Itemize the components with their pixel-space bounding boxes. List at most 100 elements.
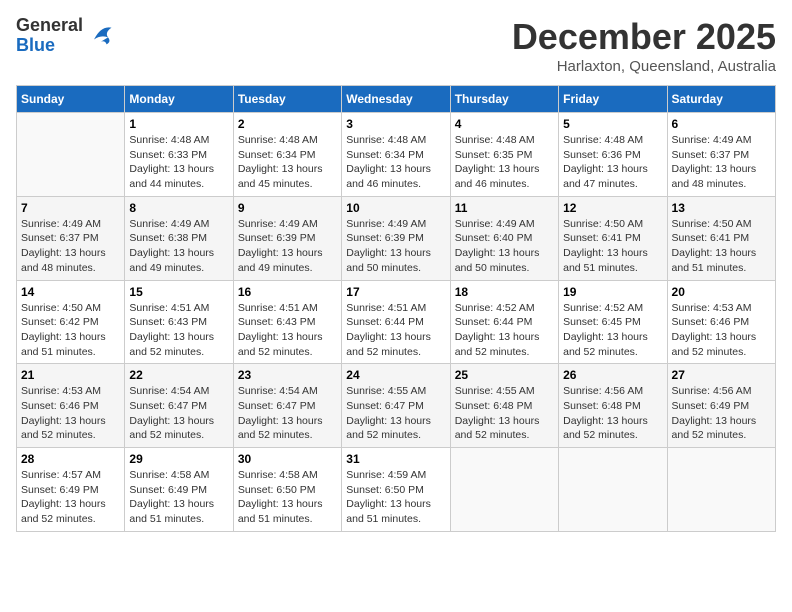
day-number: 9 xyxy=(238,201,337,215)
sunset-text: Sunset: 6:50 PM xyxy=(346,483,445,498)
daylight-line1: Daylight: 13 hours xyxy=(238,162,337,177)
daylight-line1: Daylight: 13 hours xyxy=(21,246,120,261)
sunset-text: Sunset: 6:39 PM xyxy=(346,231,445,246)
daylight-line1: Daylight: 13 hours xyxy=(21,497,120,512)
sunrise-text: Sunrise: 4:48 AM xyxy=(455,133,554,148)
day-info: Sunrise: 4:51 AMSunset: 6:43 PMDaylight:… xyxy=(238,301,337,360)
sunrise-text: Sunrise: 4:48 AM xyxy=(563,133,662,148)
sunrise-text: Sunrise: 4:50 AM xyxy=(672,217,771,232)
month-title: December 2025 xyxy=(512,16,776,58)
day-info: Sunrise: 4:54 AMSunset: 6:47 PMDaylight:… xyxy=(238,384,337,443)
logo-text: General Blue xyxy=(16,16,83,56)
day-info: Sunrise: 4:56 AMSunset: 6:49 PMDaylight:… xyxy=(672,384,771,443)
daylight-line1: Daylight: 13 hours xyxy=(563,414,662,429)
daylight-line2: and 46 minutes. xyxy=(455,177,554,192)
daylight-line2: and 52 minutes. xyxy=(238,345,337,360)
day-info: Sunrise: 4:49 AMSunset: 6:39 PMDaylight:… xyxy=(346,217,445,276)
day-number: 25 xyxy=(455,368,554,382)
calendar-week-2: 7 Sunrise: 4:49 AMSunset: 6:37 PMDaylight… xyxy=(17,196,776,280)
calendar-week-1: 1Sunrise: 4:48 AMSunset: 6:33 PMDaylight… xyxy=(17,113,776,197)
daylight-line2: and 47 minutes. xyxy=(563,177,662,192)
day-number: 20 xyxy=(672,285,771,299)
sunrise-text: Sunrise: 4:53 AM xyxy=(672,301,771,316)
daylight-line2: and 51 minutes. xyxy=(21,345,120,360)
daylight-line1: Daylight: 13 hours xyxy=(346,414,445,429)
day-number: 7 xyxy=(21,201,120,215)
day-number: 8 xyxy=(129,201,228,215)
day-info: Sunrise: 4:48 AMSunset: 6:34 PMDaylight:… xyxy=(346,133,445,192)
calendar-cell: 18Sunrise: 4:52 AMSunset: 6:44 PMDayligh… xyxy=(450,280,558,364)
day-number: 13 xyxy=(672,201,771,215)
calendar-cell: 7 Sunrise: 4:49 AMSunset: 6:37 PMDaylight… xyxy=(17,196,125,280)
sunset-text: Sunset: 6:46 PM xyxy=(672,315,771,330)
daylight-line1: Daylight: 13 hours xyxy=(346,497,445,512)
sunrise-text: Sunrise: 4:57 AM xyxy=(21,468,120,483)
calendar-cell: 11Sunrise: 4:49 AMSunset: 6:40 PMDayligh… xyxy=(450,196,558,280)
sunset-text: Sunset: 6:47 PM xyxy=(238,399,337,414)
calendar-cell xyxy=(17,113,125,197)
calendar-cell: 6Sunrise: 4:49 AMSunset: 6:37 PMDaylight… xyxy=(667,113,775,197)
day-number: 4 xyxy=(455,117,554,131)
daylight-line2: and 52 minutes. xyxy=(672,345,771,360)
daylight-line1: Daylight: 13 hours xyxy=(129,497,228,512)
sunset-text: Sunset: 6:49 PM xyxy=(672,399,771,414)
sunset-text: Sunset: 6:34 PM xyxy=(346,148,445,163)
day-info: Sunrise: 4:49 AMSunset: 6:37 PMDaylight:… xyxy=(672,133,771,192)
day-number: 18 xyxy=(455,285,554,299)
sunset-text: Sunset: 6:44 PM xyxy=(346,315,445,330)
day-number: 11 xyxy=(455,201,554,215)
sunrise-text: Sunrise: 4:49 AM xyxy=(238,217,337,232)
sunrise-text: Sunrise: 4:54 AM xyxy=(129,384,228,399)
sunset-text: Sunset: 6:47 PM xyxy=(346,399,445,414)
calendar-cell: 20Sunrise: 4:53 AMSunset: 6:46 PMDayligh… xyxy=(667,280,775,364)
day-number: 29 xyxy=(129,452,228,466)
daylight-line2: and 51 minutes. xyxy=(346,512,445,527)
day-info: Sunrise: 4:52 AMSunset: 6:45 PMDaylight:… xyxy=(563,301,662,360)
calendar-cell: 13Sunrise: 4:50 AMSunset: 6:41 PMDayligh… xyxy=(667,196,775,280)
daylight-line2: and 51 minutes. xyxy=(238,512,337,527)
daylight-line2: and 51 minutes. xyxy=(129,512,228,527)
calendar-cell: 23Sunrise: 4:54 AMSunset: 6:47 PMDayligh… xyxy=(233,364,341,448)
calendar-cell xyxy=(450,448,558,532)
day-number: 31 xyxy=(346,452,445,466)
calendar-header-row: SundayMondayTuesdayWednesdayThursdayFrid… xyxy=(17,86,776,113)
sunset-text: Sunset: 6:43 PM xyxy=(238,315,337,330)
sunrise-text: Sunrise: 4:49 AM xyxy=(346,217,445,232)
daylight-line1: Daylight: 13 hours xyxy=(238,330,337,345)
sunrise-text: Sunrise: 4:52 AM xyxy=(455,301,554,316)
calendar-cell xyxy=(559,448,667,532)
calendar-cell: 30Sunrise: 4:58 AMSunset: 6:50 PMDayligh… xyxy=(233,448,341,532)
sunset-text: Sunset: 6:40 PM xyxy=(455,231,554,246)
daylight-line2: and 50 minutes. xyxy=(455,261,554,276)
header-monday: Monday xyxy=(125,86,233,113)
daylight-line1: Daylight: 13 hours xyxy=(563,246,662,261)
sunset-text: Sunset: 6:39 PM xyxy=(238,231,337,246)
calendar-cell: 8Sunrise: 4:49 AMSunset: 6:38 PMDaylight… xyxy=(125,196,233,280)
calendar-cell: 24Sunrise: 4:55 AMSunset: 6:47 PMDayligh… xyxy=(342,364,450,448)
sunset-text: Sunset: 6:35 PM xyxy=(455,148,554,163)
calendar-cell: 21Sunrise: 4:53 AMSunset: 6:46 PMDayligh… xyxy=(17,364,125,448)
calendar-cell: 19Sunrise: 4:52 AMSunset: 6:45 PMDayligh… xyxy=(559,280,667,364)
day-number: 12 xyxy=(563,201,662,215)
day-info: Sunrise: 4:50 AMSunset: 6:41 PMDaylight:… xyxy=(563,217,662,276)
daylight-line1: Daylight: 13 hours xyxy=(238,246,337,261)
calendar-cell: 27Sunrise: 4:56 AMSunset: 6:49 PMDayligh… xyxy=(667,364,775,448)
header-friday: Friday xyxy=(559,86,667,113)
sunset-text: Sunset: 6:38 PM xyxy=(129,231,228,246)
day-info: Sunrise: 4:48 AMSunset: 6:33 PMDaylight:… xyxy=(129,133,228,192)
day-info: Sunrise: 4:56 AMSunset: 6:48 PMDaylight:… xyxy=(563,384,662,443)
daylight-line2: and 52 minutes. xyxy=(455,428,554,443)
sunrise-text: Sunrise: 4:49 AM xyxy=(129,217,228,232)
day-number: 22 xyxy=(129,368,228,382)
sunset-text: Sunset: 6:43 PM xyxy=(129,315,228,330)
day-info: Sunrise: 4:49 AMSunset: 6:37 PMDaylight:… xyxy=(21,217,120,276)
daylight-line2: and 52 minutes. xyxy=(563,428,662,443)
day-number: 30 xyxy=(238,452,337,466)
sunrise-text: Sunrise: 4:51 AM xyxy=(346,301,445,316)
day-number: 5 xyxy=(563,117,662,131)
daylight-line2: and 52 minutes. xyxy=(129,345,228,360)
sunrise-text: Sunrise: 4:58 AM xyxy=(129,468,228,483)
daylight-line1: Daylight: 13 hours xyxy=(455,330,554,345)
calendar-cell: 1Sunrise: 4:48 AMSunset: 6:33 PMDaylight… xyxy=(125,113,233,197)
title-block: December 2025 Harlaxton, Queensland, Aus… xyxy=(512,16,776,75)
